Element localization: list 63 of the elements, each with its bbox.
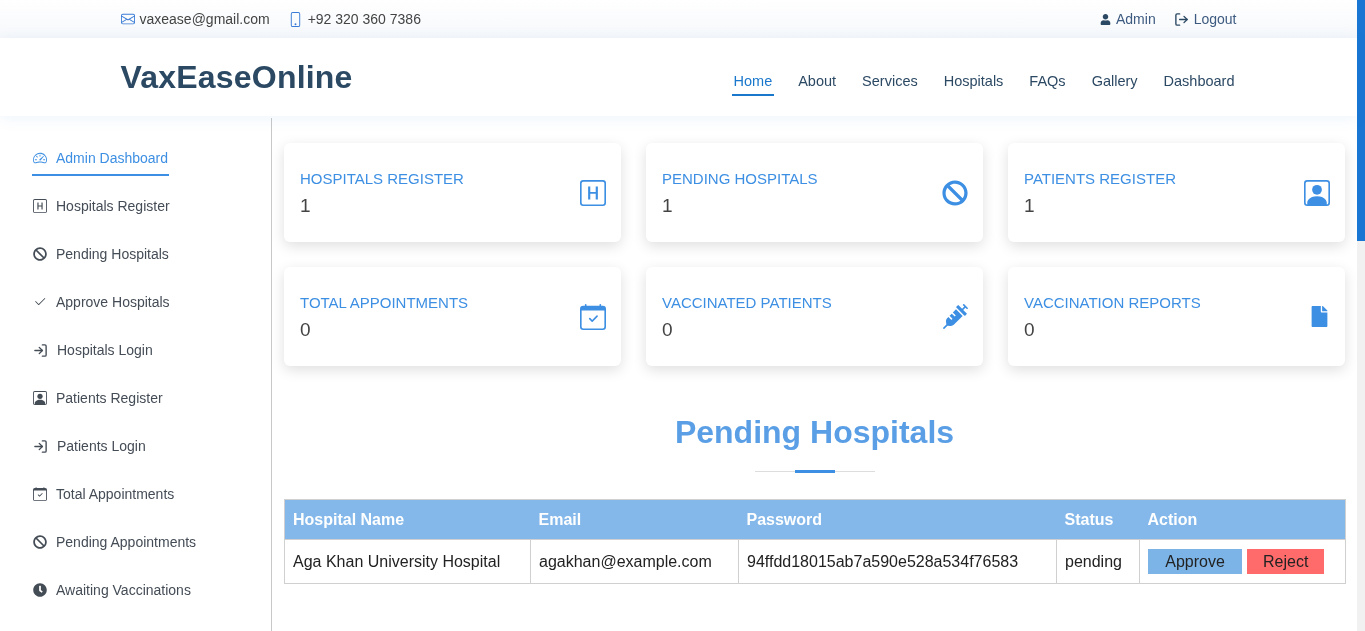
calendar-check-icon (33, 487, 47, 501)
ban-icon (33, 535, 47, 549)
stat-value: 0 (1024, 319, 1036, 341)
gauge-icon (33, 151, 47, 165)
column-header: Password (738, 499, 1057, 540)
logo[interactable]: VaxEaseOnline (120, 58, 353, 96)
nav-link[interactable]: Gallery (1089, 66, 1140, 96)
envelope-icon (120, 12, 135, 26)
phone-link[interactable]: +92 320 360 7386 (287, 11, 421, 27)
syringe-icon (943, 304, 968, 329)
nav-link[interactable]: About (796, 66, 839, 96)
user-icon (1100, 13, 1111, 25)
nav-link[interactable]: Hospitals (941, 66, 1006, 96)
sidebar-item[interactable]: Total Appointments (32, 484, 176, 512)
stat-title: VACCINATION REPORTS (1024, 294, 1201, 311)
clock-icon (33, 583, 47, 597)
sidebar-item[interactable]: Patients Register (32, 388, 164, 416)
sidebar-item[interactable]: Awaiting Vaccinations (32, 580, 192, 608)
calendar-check-icon (580, 303, 606, 330)
stat-value: 0 (300, 319, 312, 341)
sidebar-item[interactable]: Hospitals Register (32, 196, 171, 224)
approve-button[interactable]: Approve (1148, 549, 1242, 574)
stat-value: 1 (662, 195, 674, 217)
section-title: Pending Hospitals (674, 413, 955, 452)
reject-button[interactable]: Reject (1247, 549, 1325, 574)
stat-title: TOTAL APPOINTMENTS (300, 294, 469, 311)
ban-icon (33, 247, 47, 261)
logout-link[interactable]: Logout (1173, 11, 1237, 27)
email-link[interactable]: vaxease@gmail.com (120, 11, 270, 27)
nav-link[interactable]: Home (731, 66, 775, 96)
ban-icon (942, 179, 968, 206)
stat-title: PATIENTS REGISTER (1024, 170, 1176, 187)
sidebar-item[interactable]: Patients Login (32, 436, 147, 464)
stat-value: 1 (300, 195, 312, 217)
admin-link[interactable]: Admin (1100, 11, 1156, 27)
hospital-sign-icon (580, 179, 606, 206)
column-header: Email (530, 499, 739, 540)
stat-title: PENDING HOSPITALS (662, 170, 818, 187)
stat-title: VACCINATED PATIENTS (662, 294, 832, 311)
column-header: Status (1056, 499, 1140, 540)
stat-value: 1 (1024, 195, 1036, 217)
table-cell: pending (1056, 539, 1140, 584)
logout-icon (1173, 11, 1189, 27)
table-cell: agakhan@example.com (530, 539, 739, 584)
login-icon (33, 342, 48, 358)
stat-title: HOSPITALS REGISTER (300, 170, 464, 187)
sidebar-item[interactable]: Pending Hospitals (32, 244, 170, 272)
sidebar-item[interactable]: Approve Hospitals (32, 292, 171, 320)
hospital-sign-icon (33, 199, 47, 213)
nav-link[interactable]: Services (860, 66, 920, 96)
file-icon (1309, 306, 1330, 327)
sidebar-item[interactable]: Pending Appointments (32, 532, 198, 560)
sidebar-item[interactable]: Hospitals Login (32, 340, 154, 368)
nav-link[interactable]: Dashboard (1161, 66, 1237, 96)
login-icon (33, 438, 48, 454)
column-header: Action (1139, 499, 1346, 540)
scrollbar[interactable] (1357, 0, 1365, 631)
scrollbar-thumb[interactable] (1357, 0, 1365, 241)
nav-link[interactable]: FAQs (1027, 66, 1068, 96)
table-cell: Aga Khan University Hospital (284, 539, 531, 584)
stat-value: 0 (662, 319, 674, 341)
table-cell: 94ffdd18015ab7a590e528a534f76583 (738, 539, 1057, 584)
column-header: Hospital Name (284, 499, 531, 540)
